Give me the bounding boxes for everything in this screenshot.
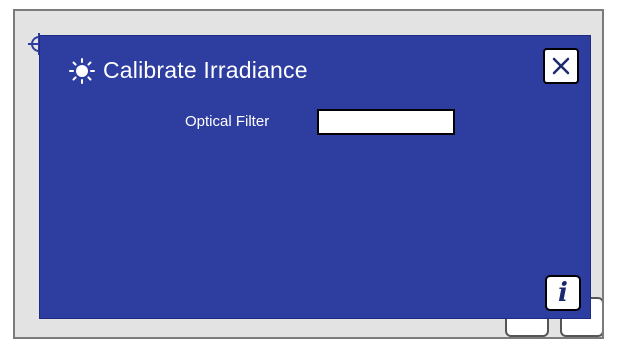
close-icon: [552, 57, 570, 75]
optical-filter-input[interactable]: [317, 109, 455, 135]
sun-icon: [69, 57, 95, 84]
calibrate-irradiance-dialog: Calibrate Irradiance Optical Filter i: [39, 35, 591, 319]
info-button[interactable]: i: [545, 275, 581, 311]
close-button[interactable]: [543, 48, 579, 84]
device-screen: Calibrate Irradiance Optical Filter i: [13, 9, 604, 339]
dialog-header: Calibrate Irradiance: [69, 57, 308, 84]
optical-filter-label: Optical Filter: [185, 113, 270, 130]
dialog-title: Calibrate Irradiance: [103, 57, 308, 83]
info-icon: i: [558, 278, 568, 308]
